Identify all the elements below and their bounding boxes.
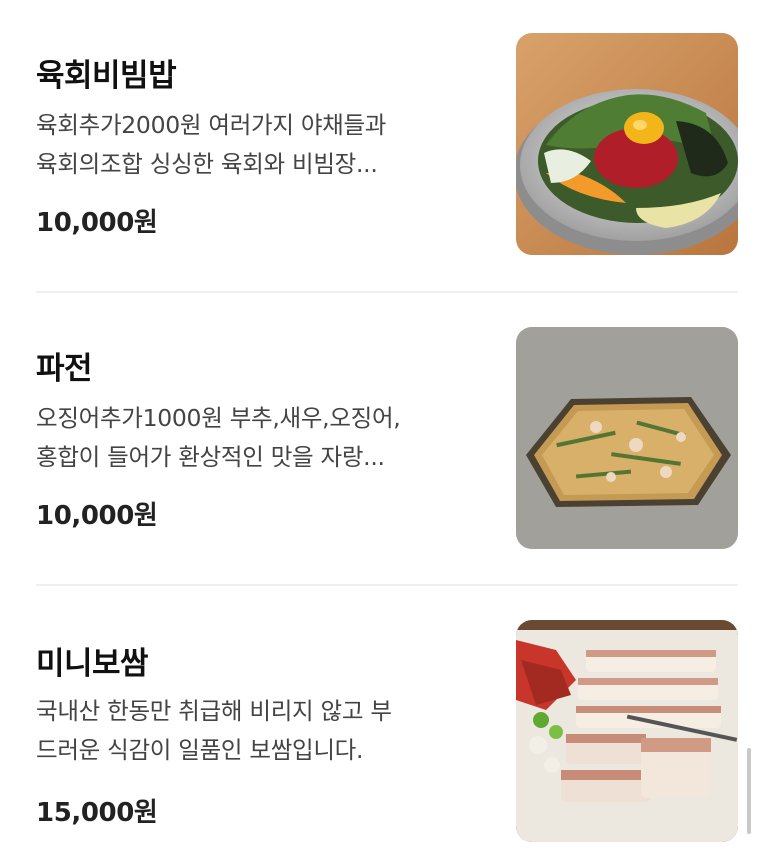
- menu-item-description: 국내산 한동만 취급해 비리지 않고 부 드러운 식감이 일품인 보쌈입니다.: [36, 692, 486, 770]
- bossam-photo[interactable]: [516, 620, 738, 842]
- menu-item-title: 육회비빔밥: [36, 58, 177, 94]
- bibimbap-photo[interactable]: [516, 33, 738, 255]
- menu-item-pajeon[interactable]: 파전 오징어추가1000원 부추,새우,오징어, 홍합이 들어가 환상적인 맛을…: [0, 293, 773, 549]
- description-line: 육회의조합 싱싱한 육회와 비빔장...: [36, 150, 378, 178]
- menu-item-price: 15,000원: [36, 798, 158, 828]
- menu-item-description: 육회추가2000원 여러가지 야채들과 육회의조합 싱싱한 육회와 비빔장...: [36, 106, 486, 184]
- menu-item-price: 10,000원: [36, 501, 158, 531]
- description-line: 오징어추가1000원 부추,새우,오징어,: [36, 404, 401, 432]
- description-line: 국내산 한동만 취급해 비리지 않고 부: [36, 697, 392, 725]
- menu-item-description: 오징어추가1000원 부추,새우,오징어, 홍합이 들어가 환상적인 맛을 자랑…: [36, 399, 486, 477]
- menu-item-mini-bossam[interactable]: 미니보쌈 국내산 한동만 취급해 비리지 않고 부 드러운 식감이 일품인 보쌈…: [0, 586, 773, 842]
- menu-item-price: 10,000원: [36, 208, 158, 238]
- pajeon-photo[interactable]: [516, 327, 738, 549]
- menu-item-title: 미니보쌈: [36, 646, 149, 682]
- description-line: 홍합이 들어가 환상적인 맛을 자랑...: [36, 443, 385, 471]
- menu-item-yukhoe-bibimbap[interactable]: 육회비빔밥 육회추가2000원 여러가지 야채들과 육회의조합 싱싱한 육회와 …: [0, 0, 773, 255]
- description-line: 드러운 식감이 일품인 보쌈입니다.: [36, 736, 364, 764]
- description-line: 육회추가2000원 여러가지 야채들과: [36, 111, 387, 139]
- scrollbar[interactable]: [747, 748, 751, 834]
- menu-item-title: 파전: [36, 351, 93, 387]
